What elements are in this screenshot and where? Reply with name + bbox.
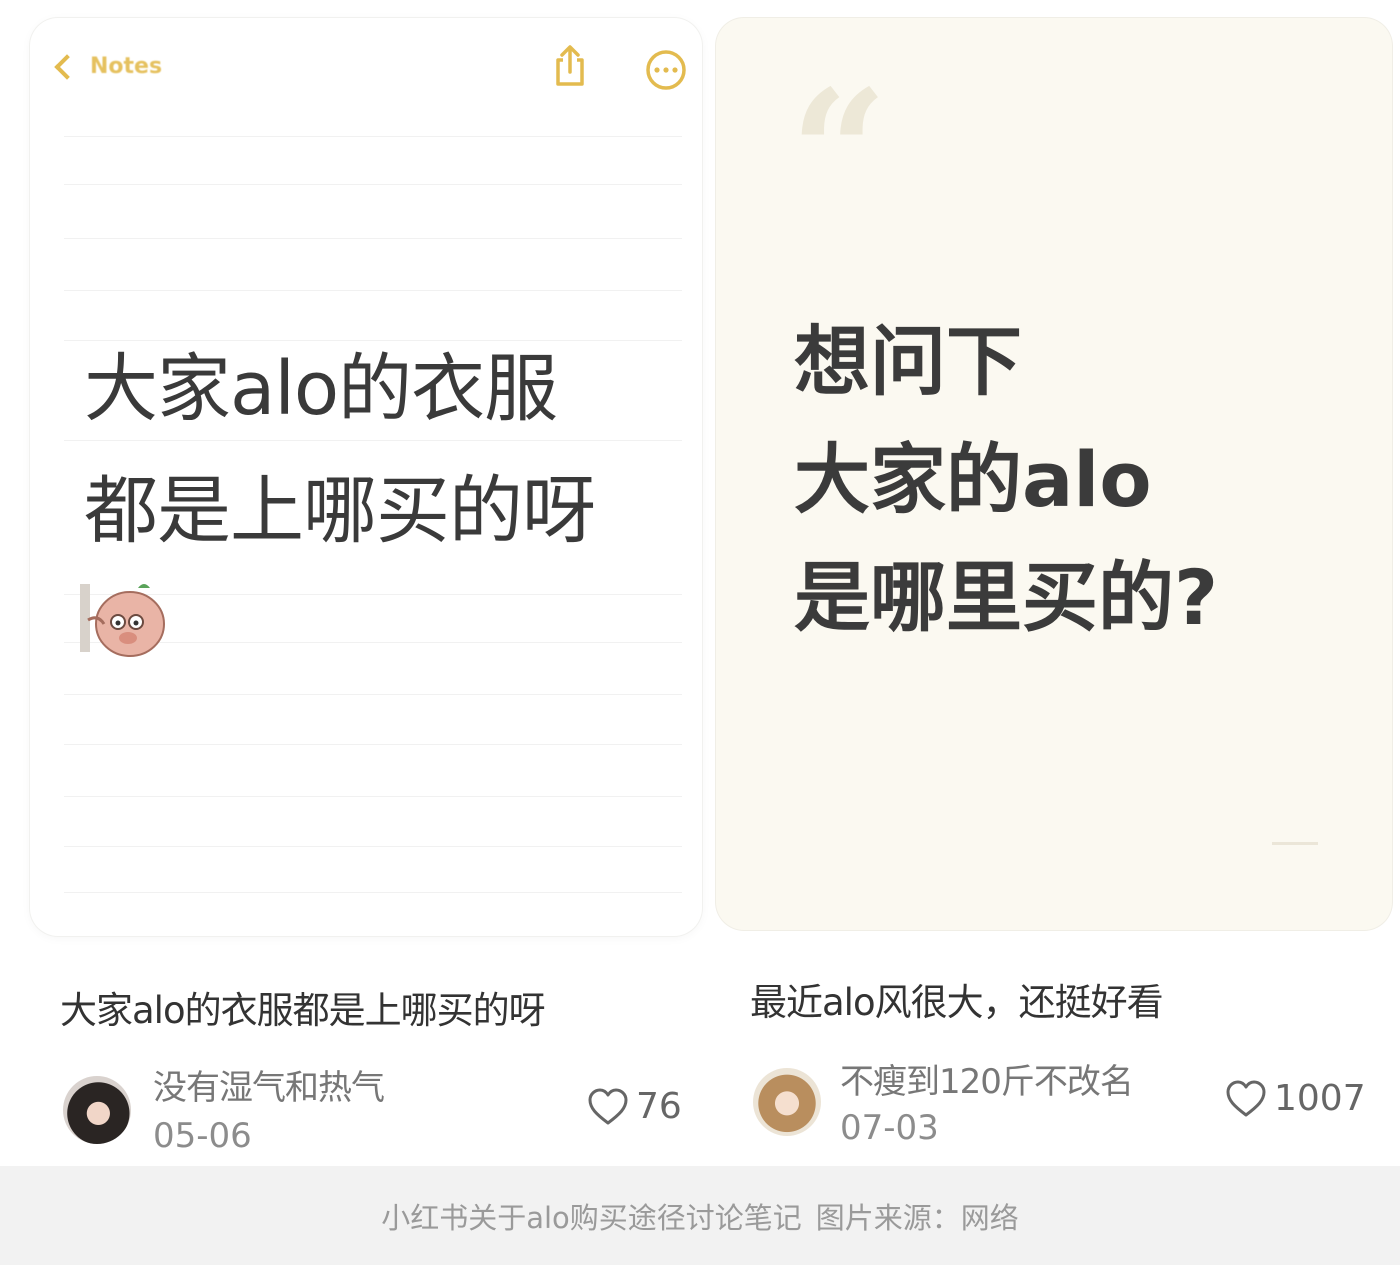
decorative-dash [1272, 842, 1318, 845]
notes-rule [64, 184, 682, 185]
author-name[interactable]: 没有湿气和热气 [153, 1060, 385, 1109]
cover-text-line: 大家alo的衣服 [84, 346, 558, 432]
notes-rule [64, 892, 682, 893]
share-icon [556, 45, 584, 86]
image-source: 图片来源：网络 [815, 1200, 1019, 1235]
notes-rule [64, 136, 682, 137]
notes-rule [64, 744, 682, 745]
page: Notes 大家alo的衣服 都是上哪买的呀 “ 想问下 大家的alo 是哪里买… [0, 0, 1400, 1265]
cover-text-line: 是哪里买的? [794, 553, 1219, 642]
notes-rule [64, 238, 682, 239]
quote-mark-icon: “ [790, 53, 888, 253]
post-title[interactable]: 最近alo风很大，还挺好看 [750, 972, 1164, 1026]
notes-rule [64, 290, 682, 291]
avatar[interactable] [63, 1076, 131, 1144]
cover-text-left: 大家alo的衣服 都是上哪买的呀 [84, 328, 684, 572]
like-count: 1007 [1274, 1078, 1366, 1119]
peeking-pig-sticker-icon [80, 584, 165, 657]
heart-icon [1226, 1080, 1266, 1116]
like-button[interactable]: 76 [586, 1086, 682, 1127]
author-name[interactable]: 不瘦到120斤不改名 [840, 1054, 1134, 1103]
heart-icon [588, 1088, 628, 1124]
post-cover-right[interactable]: “ 想问下 大家的alo 是哪里买的? [716, 18, 1392, 930]
notes-rule [64, 796, 682, 797]
post-date: 07-03 [840, 1108, 939, 1148]
more-options-icon [646, 50, 686, 90]
avatar[interactable] [753, 1068, 821, 1136]
post-date: 05-06 [153, 1116, 252, 1156]
like-button[interactable]: 1007 [1224, 1078, 1366, 1119]
notes-rule [64, 846, 682, 847]
cover-text-right: 想问下 大家的alo 是哪里买的? [794, 303, 1374, 657]
notes-rule [64, 694, 682, 695]
cover-text-line: 想问下 [794, 317, 1022, 406]
image-caption: 小红书关于alo购买途径讨论笔记 [381, 1200, 802, 1235]
cover-text-line: 大家的alo [794, 435, 1152, 524]
notes-back-button: Notes [52, 53, 163, 80]
cover-text-line: 都是上哪买的呀 [84, 468, 596, 554]
post-cover-left[interactable]: Notes 大家alo的衣服 都是上哪买的呀 [30, 18, 702, 936]
image-caption-bar: 小红书关于alo购买途径讨论笔记 图片来源：网络 [0, 1166, 1400, 1265]
post-title[interactable]: 大家alo的衣服都是上哪买的呀 [60, 980, 546, 1034]
notes-back-label: Notes [90, 54, 163, 79]
chevron-left-icon [54, 53, 80, 80]
like-count: 76 [636, 1086, 682, 1127]
